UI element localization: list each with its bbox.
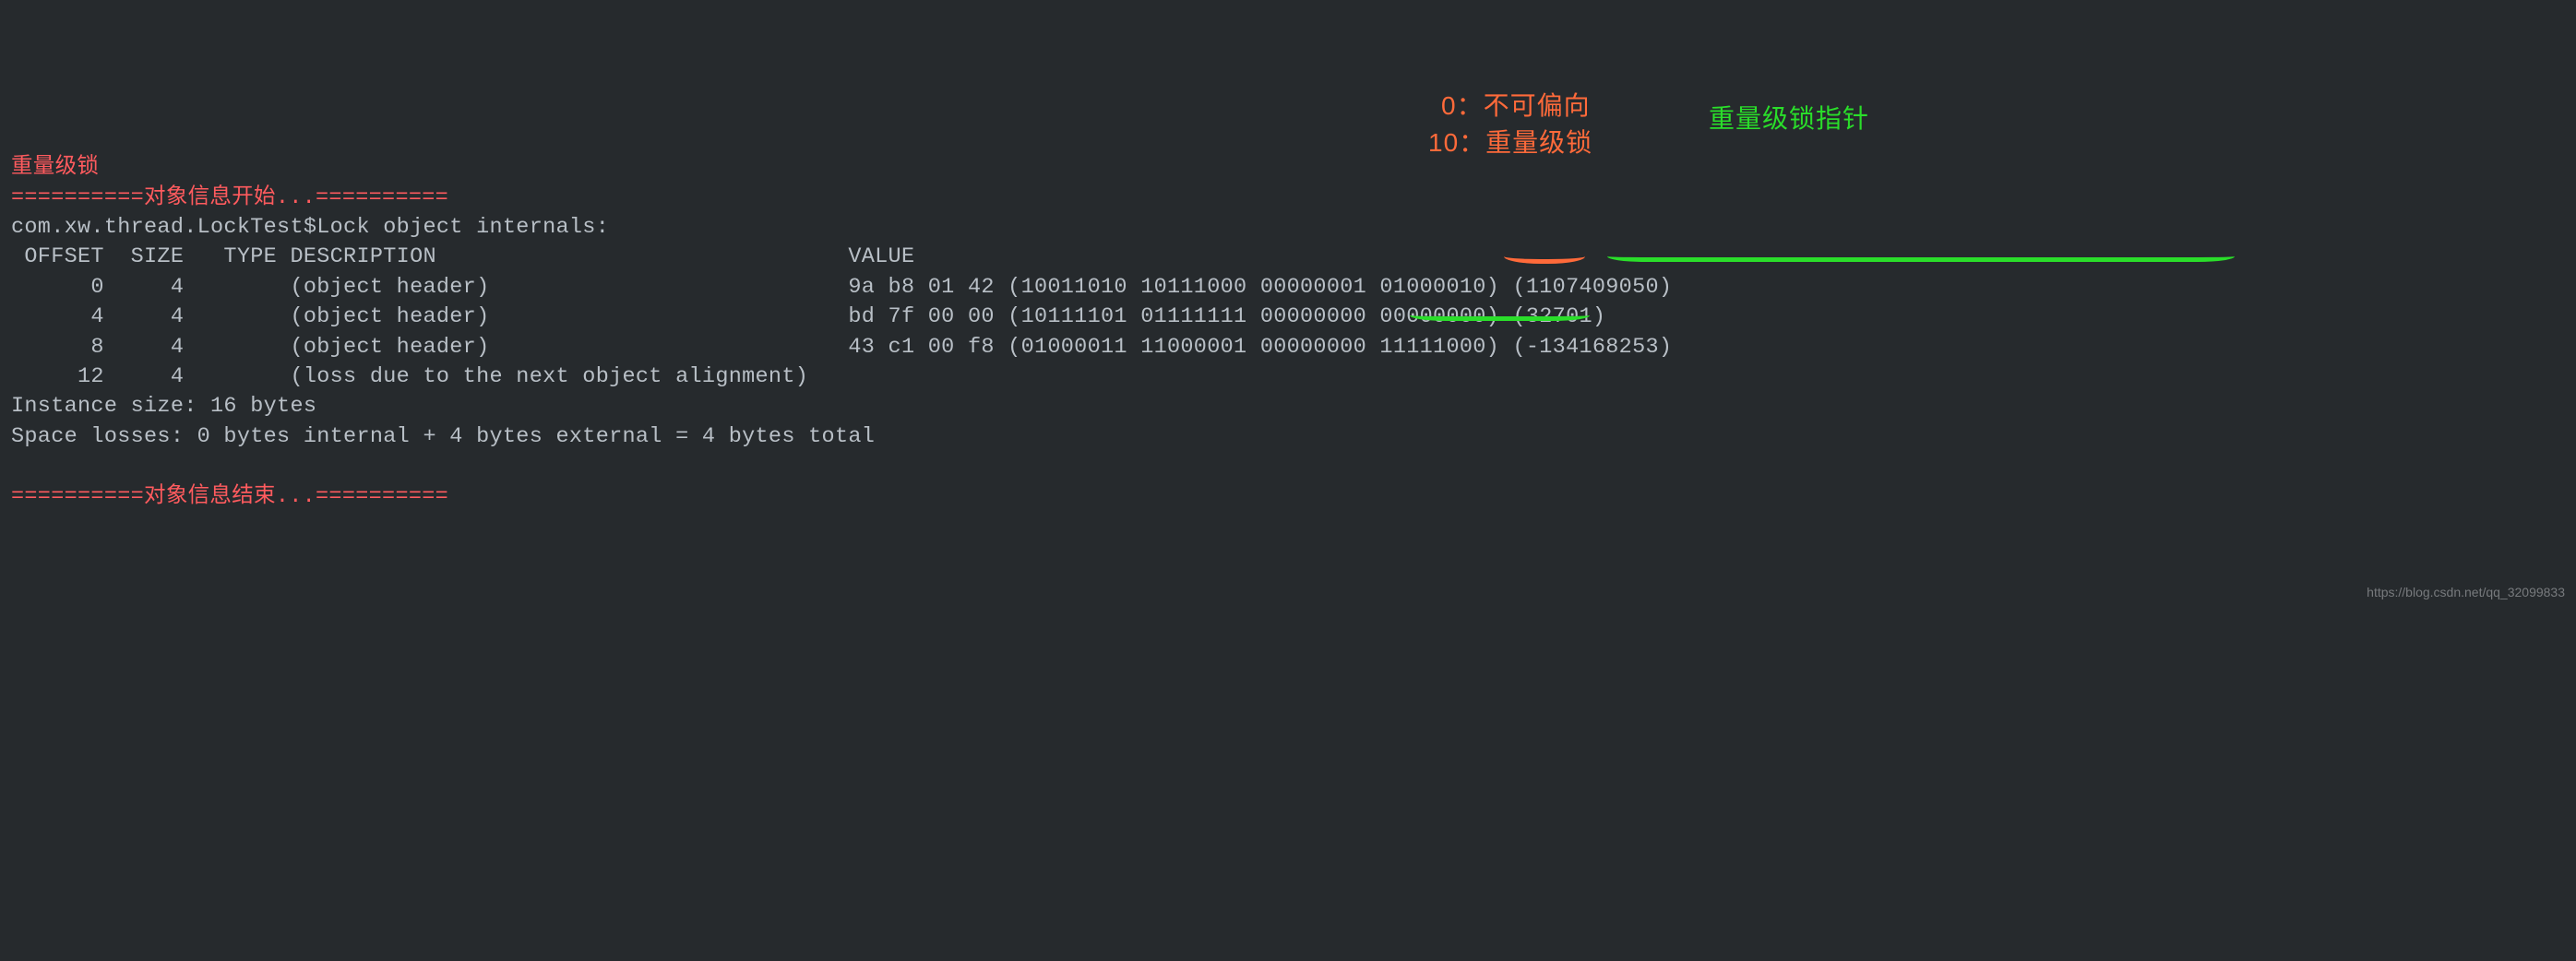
class-line: com.xw.thread.LockTest$Lock object inter…: [11, 215, 609, 240]
row-2: 8 4 (object header) 43 c1 00 f8 (0100001…: [11, 335, 1672, 360]
underline-green-1: [1607, 256, 2235, 262]
annotation-red-1: 0：不可偏向: [1441, 89, 1591, 125]
divider-start: ==========对象信息开始...==========: [11, 185, 448, 210]
title-line: 重量级锁: [11, 155, 99, 180]
header-line: OFFSET SIZE TYPE DESCRIPTION VALUE: [11, 244, 914, 269]
row-1: 4 4 (object header) bd 7f 00 00 (1011110…: [11, 304, 1605, 329]
row-3: 12 4 (loss due to the next object alignm…: [11, 364, 808, 389]
instance-size: Instance size: 16 bytes: [11, 394, 316, 419]
console-output: 重量级锁 ==========对象信息开始...========== com.x…: [0, 120, 2576, 512]
underline-green-2: [1410, 315, 1590, 321]
annotation-green: 重量级锁指针: [1709, 101, 1869, 137]
watermark: https://blog.csdn.net/qq_32099833: [2367, 584, 2565, 601]
space-losses: Space losses: 0 bytes internal + 4 bytes…: [11, 424, 875, 449]
divider-end: ==========对象信息结束...==========: [11, 484, 448, 509]
row-0: 0 4 (object header) 9a b8 01 42 (1001101…: [11, 275, 1672, 300]
annotation-red-2: 10：重量级锁: [1428, 125, 1592, 161]
